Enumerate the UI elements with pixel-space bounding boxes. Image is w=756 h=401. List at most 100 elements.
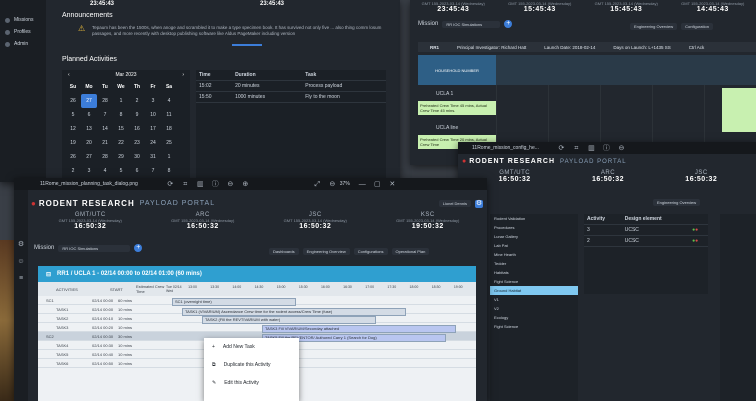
reject-icon[interactable]: ● xyxy=(695,238,698,244)
user-menu[interactable]: Lionel Dennis xyxy=(438,200,471,207)
calendar-day[interactable]: 27 xyxy=(81,94,97,108)
calendar-day[interactable]: 5 xyxy=(65,108,81,122)
tree-item[interactable]: Procedures xyxy=(490,223,578,232)
calendar-day[interactable]: 15 xyxy=(113,122,129,136)
calendar-day[interactable]: 22 xyxy=(113,136,129,150)
calendar-day[interactable]: 23 xyxy=(129,136,145,150)
zoom-out-icon-2[interactable]: ⊖ xyxy=(328,180,337,189)
calendar-day[interactable]: 28 xyxy=(97,150,113,164)
add-mission-button[interactable]: + xyxy=(504,20,513,28)
calendar-day[interactable]: 2 xyxy=(65,164,81,178)
calendar-day[interactable]: 10 xyxy=(145,108,161,122)
reject-icon[interactable]: ● xyxy=(695,227,698,233)
calendar-day[interactable]: 14 xyxy=(97,122,113,136)
gantt-bar[interactable]: SC1 (overnight time) xyxy=(172,298,296,306)
zoom-out-icon[interactable]: ⊖ xyxy=(226,180,235,189)
calendar-day[interactable]: 1 xyxy=(113,94,129,108)
crop-icon[interactable]: ⌗ xyxy=(181,180,190,189)
tree-item[interactable]: V2 xyxy=(490,304,578,313)
tree-item[interactable]: Lunar Gallery xyxy=(490,232,578,241)
configurations-button[interactable]: Configurations xyxy=(353,248,388,255)
minimize-icon[interactable]: — xyxy=(358,180,367,189)
zoom-in-icon[interactable]: ⊕ xyxy=(241,180,250,189)
tree-item[interactable]: Rodent Validation xyxy=(490,214,578,223)
gantt-bar[interactable]: TASK3 Fill VIVARIUM/Seconday attached xyxy=(262,325,456,333)
zoom-out-icon[interactable]: ⊖ xyxy=(617,144,626,153)
settings-icon[interactable]: ⚙ xyxy=(14,240,28,248)
calendar-day[interactable]: 8 xyxy=(161,164,177,178)
edit-activity-item[interactable]: ✎ Edit this Activity xyxy=(204,374,299,392)
add-new-task-item[interactable]: + Add New Task xyxy=(204,338,299,356)
calendar-day[interactable]: 20 xyxy=(81,136,97,150)
dashboard-select[interactable]: Engineering Overview xyxy=(630,23,678,30)
crop-icon[interactable]: ⌗ xyxy=(572,144,581,153)
calendar-day[interactable]: 3 xyxy=(81,164,97,178)
dashboards-button[interactable]: Dashboards xyxy=(269,248,299,255)
info-icon[interactable]: ⓘ xyxy=(602,144,611,153)
calendar-day[interactable]: 18 xyxy=(161,122,177,136)
dashboard-select[interactable]: Engineering Overview xyxy=(302,248,350,255)
carousel-indicator[interactable] xyxy=(232,44,262,46)
calendar-day[interactable]: 7 xyxy=(97,108,113,122)
table-row[interactable]: 15:02 20 minutes Process payload xyxy=(196,80,386,92)
rotate-icon[interactable]: ⟳ xyxy=(166,180,175,189)
calendar-day[interactable]: 24 xyxy=(145,136,161,150)
trash-icon[interactable]: ▥ xyxy=(196,180,205,189)
tree-item[interactable]: Ground Habitat xyxy=(490,286,578,295)
calendar-day[interactable]: 16 xyxy=(129,122,145,136)
calendar-day[interactable]: 26 xyxy=(65,150,81,164)
calendar-day[interactable]: 4 xyxy=(97,164,113,178)
rotate-icon[interactable]: ⟳ xyxy=(557,144,566,153)
calendar-day[interactable]: 25 xyxy=(161,136,177,150)
tree-item[interactable]: Lab Pat xyxy=(490,241,578,250)
calendar-day[interactable]: 21 xyxy=(97,136,113,150)
table-row[interactable]: 15:50 1000 minutes Fly to the moon xyxy=(196,91,386,103)
gantt-bar[interactable]: TASK1 (VIVARIUM) Ascendance Crew time fo… xyxy=(182,308,406,316)
nav-profiles[interactable]: Profiles xyxy=(0,26,46,38)
nav-admin[interactable]: Admin xyxy=(0,38,46,50)
calendar-day[interactable]: 26 xyxy=(65,94,81,108)
mission-select[interactable]: RR IOC Simulations xyxy=(58,244,131,252)
gantt-bar[interactable]: TASK2 (Fill the REVTIVARIUM with water) xyxy=(202,316,376,324)
list-icon[interactable]: ≡ xyxy=(14,275,28,282)
rm-dashboard-select[interactable]: Engineering Overview xyxy=(653,199,701,206)
next-month-icon[interactable]: › xyxy=(182,72,184,78)
crew-time-cell[interactable]: Preheated Crew Time 45 mins, Actual Crew… xyxy=(418,101,496,115)
mission-select[interactable]: RR IOC Simulations xyxy=(442,20,501,28)
calendar-day[interactable]: 12 xyxy=(65,122,81,136)
duplicate-activity-item[interactable]: ⧉ Duplicate this Activity xyxy=(204,356,299,374)
calendar-day[interactable]: 31 xyxy=(145,150,161,164)
calendar-day[interactable]: 8 xyxy=(113,108,129,122)
tree-item[interactable]: V1 xyxy=(490,295,578,304)
calendar-day[interactable]: 2 xyxy=(129,94,145,108)
calendar-day[interactable]: 9 xyxy=(129,108,145,122)
calendar-day[interactable]: 7 xyxy=(145,164,161,178)
operational-plan-button[interactable]: Operational Plan xyxy=(391,248,430,255)
fullscreen-icon[interactable]: ⤢ xyxy=(313,180,322,189)
settings-button[interactable]: ⚙ xyxy=(475,199,483,208)
table-row[interactable]: 3 UCSC ●● xyxy=(584,224,708,236)
calendar-day[interactable]: 11 xyxy=(161,108,177,122)
tree-item[interactable]: Fight Science xyxy=(490,322,578,331)
calendar-day[interactable]: 17 xyxy=(145,122,161,136)
calendar-day[interactable]: 29 xyxy=(113,150,129,164)
configuration-button[interactable]: Configuration xyxy=(681,23,713,30)
table-row[interactable]: 2 UCSC ●● xyxy=(584,235,708,247)
calendar-day[interactable]: 3 xyxy=(145,94,161,108)
calendar-day[interactable]: 13 xyxy=(81,122,97,136)
tree-item[interactable]: Habitats xyxy=(490,268,578,277)
close-icon[interactable]: ✕ xyxy=(388,180,397,189)
calendar-day[interactable]: 28 xyxy=(97,94,113,108)
nav-missions[interactable]: Missions xyxy=(0,14,46,26)
calendar-day[interactable]: 6 xyxy=(129,164,145,178)
calendar-day[interactable]: 6 xyxy=(81,108,97,122)
gantt-expand-icon[interactable]: ⊟ xyxy=(46,271,51,278)
tree-item[interactable]: Mine Hearth xyxy=(490,250,578,259)
tree-item[interactable]: Fight Science xyxy=(490,277,578,286)
tree-item[interactable]: Tedder xyxy=(490,259,578,268)
info-icon[interactable]: ⓘ xyxy=(211,180,220,189)
calendar-day[interactable]: 4 xyxy=(161,94,177,108)
prev-month-icon[interactable]: ‹ xyxy=(68,72,70,78)
users-icon[interactable]: ☺ xyxy=(14,258,28,265)
calendar-day[interactable]: 5 xyxy=(113,164,129,178)
